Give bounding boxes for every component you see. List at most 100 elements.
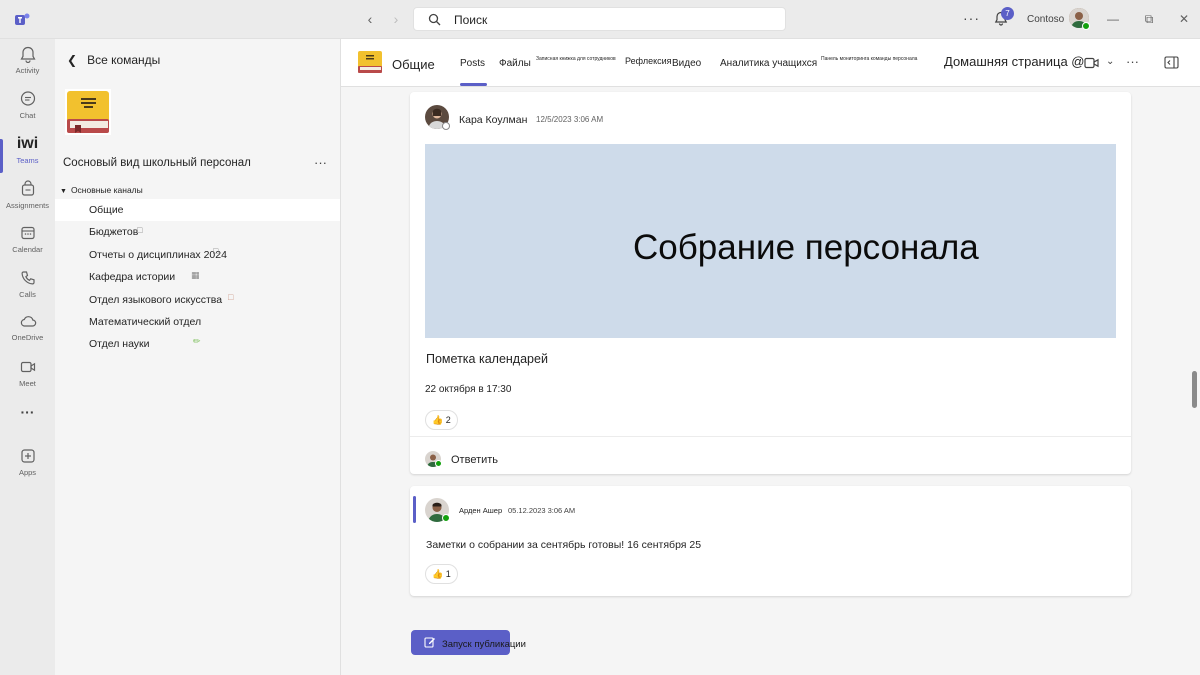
channel-label: Математический отдел — [89, 316, 202, 328]
channel-item-history[interactable]: Кафедра истории ▦ — [55, 266, 340, 288]
rail-label: Teams — [16, 156, 39, 165]
rail-meet[interactable]: Meet — [0, 358, 55, 402]
tab-video[interactable]: Видео — [672, 58, 701, 69]
restore-icon[interactable]: ⧉ — [1142, 12, 1156, 26]
channel-more-button[interactable]: ··· — [1126, 54, 1139, 69]
scrollbar-thumb[interactable] — [1192, 371, 1197, 408]
tab-home[interactable]: Домашняя страница @ — [944, 54, 1085, 69]
channels-section-header[interactable]: ▼ Основные каналы — [60, 185, 143, 195]
all-teams-label: Все команды — [87, 53, 161, 67]
post-subject: Пометка календарей — [426, 352, 548, 366]
banner-title: Собрание персонала — [633, 228, 979, 267]
forward-arrow-icon[interactable]: › — [389, 11, 403, 27]
rail-chat[interactable]: Chat — [0, 90, 55, 134]
back-arrow-icon[interactable]: ‹ — [363, 11, 377, 27]
post-banner: Собрание персонала — [425, 144, 1116, 338]
test-tube-icon: ✏ — [193, 336, 201, 346]
post-card[interactable]: Арден Ашер 05.12.2023 3:06 AM Заметки о … — [410, 486, 1131, 596]
post-timestamp: 05.12.2023 3:06 AM — [508, 506, 576, 515]
rail-teams[interactable]: iwi Teams — [0, 135, 55, 179]
meet-video-icon[interactable] — [1084, 56, 1100, 70]
channel-label: Общие — [89, 204, 124, 216]
post-author[interactable]: Арден Ашер — [459, 506, 502, 515]
rail-label: Chat — [19, 111, 36, 120]
channel-label: Отчеты о дисциплинах 2024 — [89, 249, 227, 261]
rail-label: Activity — [15, 66, 40, 75]
presence-available-icon — [442, 514, 450, 522]
close-icon[interactable]: ✕ — [1177, 12, 1191, 26]
more-icon: ··· — [20, 404, 35, 420]
chevron-down-icon[interactable]: ⌄ — [1106, 56, 1114, 67]
tab-posts[interactable]: Posts — [460, 58, 485, 69]
channel-item-general[interactable]: Общие — [55, 199, 340, 221]
cloud-icon — [20, 316, 36, 327]
teams-icon: iwi — [16, 135, 39, 152]
search-input[interactable]: Поиск — [413, 7, 786, 31]
team-more-button[interactable]: ··· — [314, 155, 327, 170]
channel-item-language-arts[interactable]: Отдел языкового искусства □ — [55, 289, 340, 311]
settings-more-button[interactable]: ··· — [963, 10, 980, 26]
app-rail: Activity Chat iwi Teams Assignments Cale… — [0, 39, 55, 675]
presence-away-icon — [442, 122, 450, 130]
org-name: Contoso — [1027, 14, 1065, 25]
rail-label: OneDrive — [11, 333, 44, 342]
phone-icon — [20, 271, 35, 285]
rail-apps[interactable]: Apps — [0, 447, 55, 491]
post-body: Заметки о собрании за сентябрь готовы! 1… — [426, 539, 702, 551]
compose-icon — [424, 637, 435, 648]
team-name: Сосновый вид школьный персонал — [63, 157, 251, 169]
all-teams-link[interactable]: ❮ Все команды — [67, 53, 160, 67]
notebook-icon: □ — [228, 292, 234, 302]
minimize-icon[interactable]: — — [1106, 12, 1120, 26]
channel-label: Бюджетов — [89, 226, 139, 238]
channel-title: Общие — [392, 57, 435, 72]
post-author[interactable]: Кара Коулман — [459, 114, 527, 126]
bell-icon — [19, 46, 36, 63]
side-panel-icon[interactable] — [1164, 56, 1179, 69]
thumbs-up-icon: 👍 — [432, 569, 444, 579]
channel-label: Отдел языкового искусства — [89, 294, 223, 306]
team-avatar-small-icon — [358, 51, 382, 73]
search-placeholder: Поиск — [454, 13, 488, 27]
channel-item-science[interactable]: Отдел науки ✏ — [55, 333, 340, 355]
divider — [410, 436, 1131, 437]
channel-main: Общие Posts Файлы Записная книжка для со… — [341, 39, 1200, 675]
tab-insights[interactable]: Аналитика учащихся — [720, 58, 817, 69]
rail-label: Calendar — [12, 245, 43, 254]
reply-button[interactable]: Ответить — [451, 454, 498, 466]
rail-label: Calls — [19, 290, 36, 299]
rail-more[interactable]: ··· — [0, 405, 55, 449]
section-label: Основные каналы — [70, 185, 143, 195]
chat-icon — [20, 91, 35, 106]
channel-item-budgets[interactable]: Бюджетов □ — [55, 221, 340, 243]
reaction-pill[interactable]: 👍 1 — [425, 564, 458, 584]
reaction-pill[interactable]: 👍 2 — [425, 410, 458, 430]
post-card[interactable]: Кара Коулман 12/5/2023 3:06 AM Собрание … — [410, 92, 1131, 474]
new-post-button[interactable]: Запуск публикации — [411, 630, 526, 655]
rail-calendar[interactable]: Calendar — [0, 224, 55, 268]
tab-monitor[interactable]: Панель мониторинга команды персонала — [821, 56, 917, 62]
rail-assignments[interactable]: Assignments — [0, 180, 55, 224]
title-bar: ‹ › Поиск ··· 7 Contoso — ⧉ ✕ — [0, 0, 1200, 39]
apps-icon — [20, 449, 35, 463]
rail-calls[interactable]: Calls — [0, 269, 55, 313]
document-icon: □ — [137, 225, 143, 235]
teams-logo-icon — [15, 13, 30, 25]
rail-label: Meet — [19, 379, 36, 388]
caret-down-icon: ▼ — [60, 188, 67, 195]
thumbs-up-icon: 👍 — [432, 415, 444, 425]
assignments-icon — [21, 180, 34, 196]
video-icon — [20, 361, 35, 373]
tab-reflect[interactable]: Рефлексия — [625, 56, 672, 66]
channel-item-discipline-reports[interactable]: Отчеты о дисциплинах 2024 □ — [55, 244, 340, 266]
post-timestamp: 12/5/2023 3:06 AM — [536, 115, 604, 124]
new-post-label: Запуск публикации — [442, 639, 526, 650]
rail-onedrive[interactable]: OneDrive — [0, 312, 55, 356]
tab-files[interactable]: Файлы — [499, 58, 531, 69]
unread-indicator — [413, 496, 416, 523]
rail-activity[interactable]: Activity — [0, 45, 55, 89]
channel-label: Кафедра истории — [89, 271, 176, 283]
active-tab-indicator — [460, 83, 487, 86]
tab-notebook[interactable]: Записная книжка для сотрудников — [536, 56, 616, 62]
presence-available-icon — [1082, 22, 1090, 30]
